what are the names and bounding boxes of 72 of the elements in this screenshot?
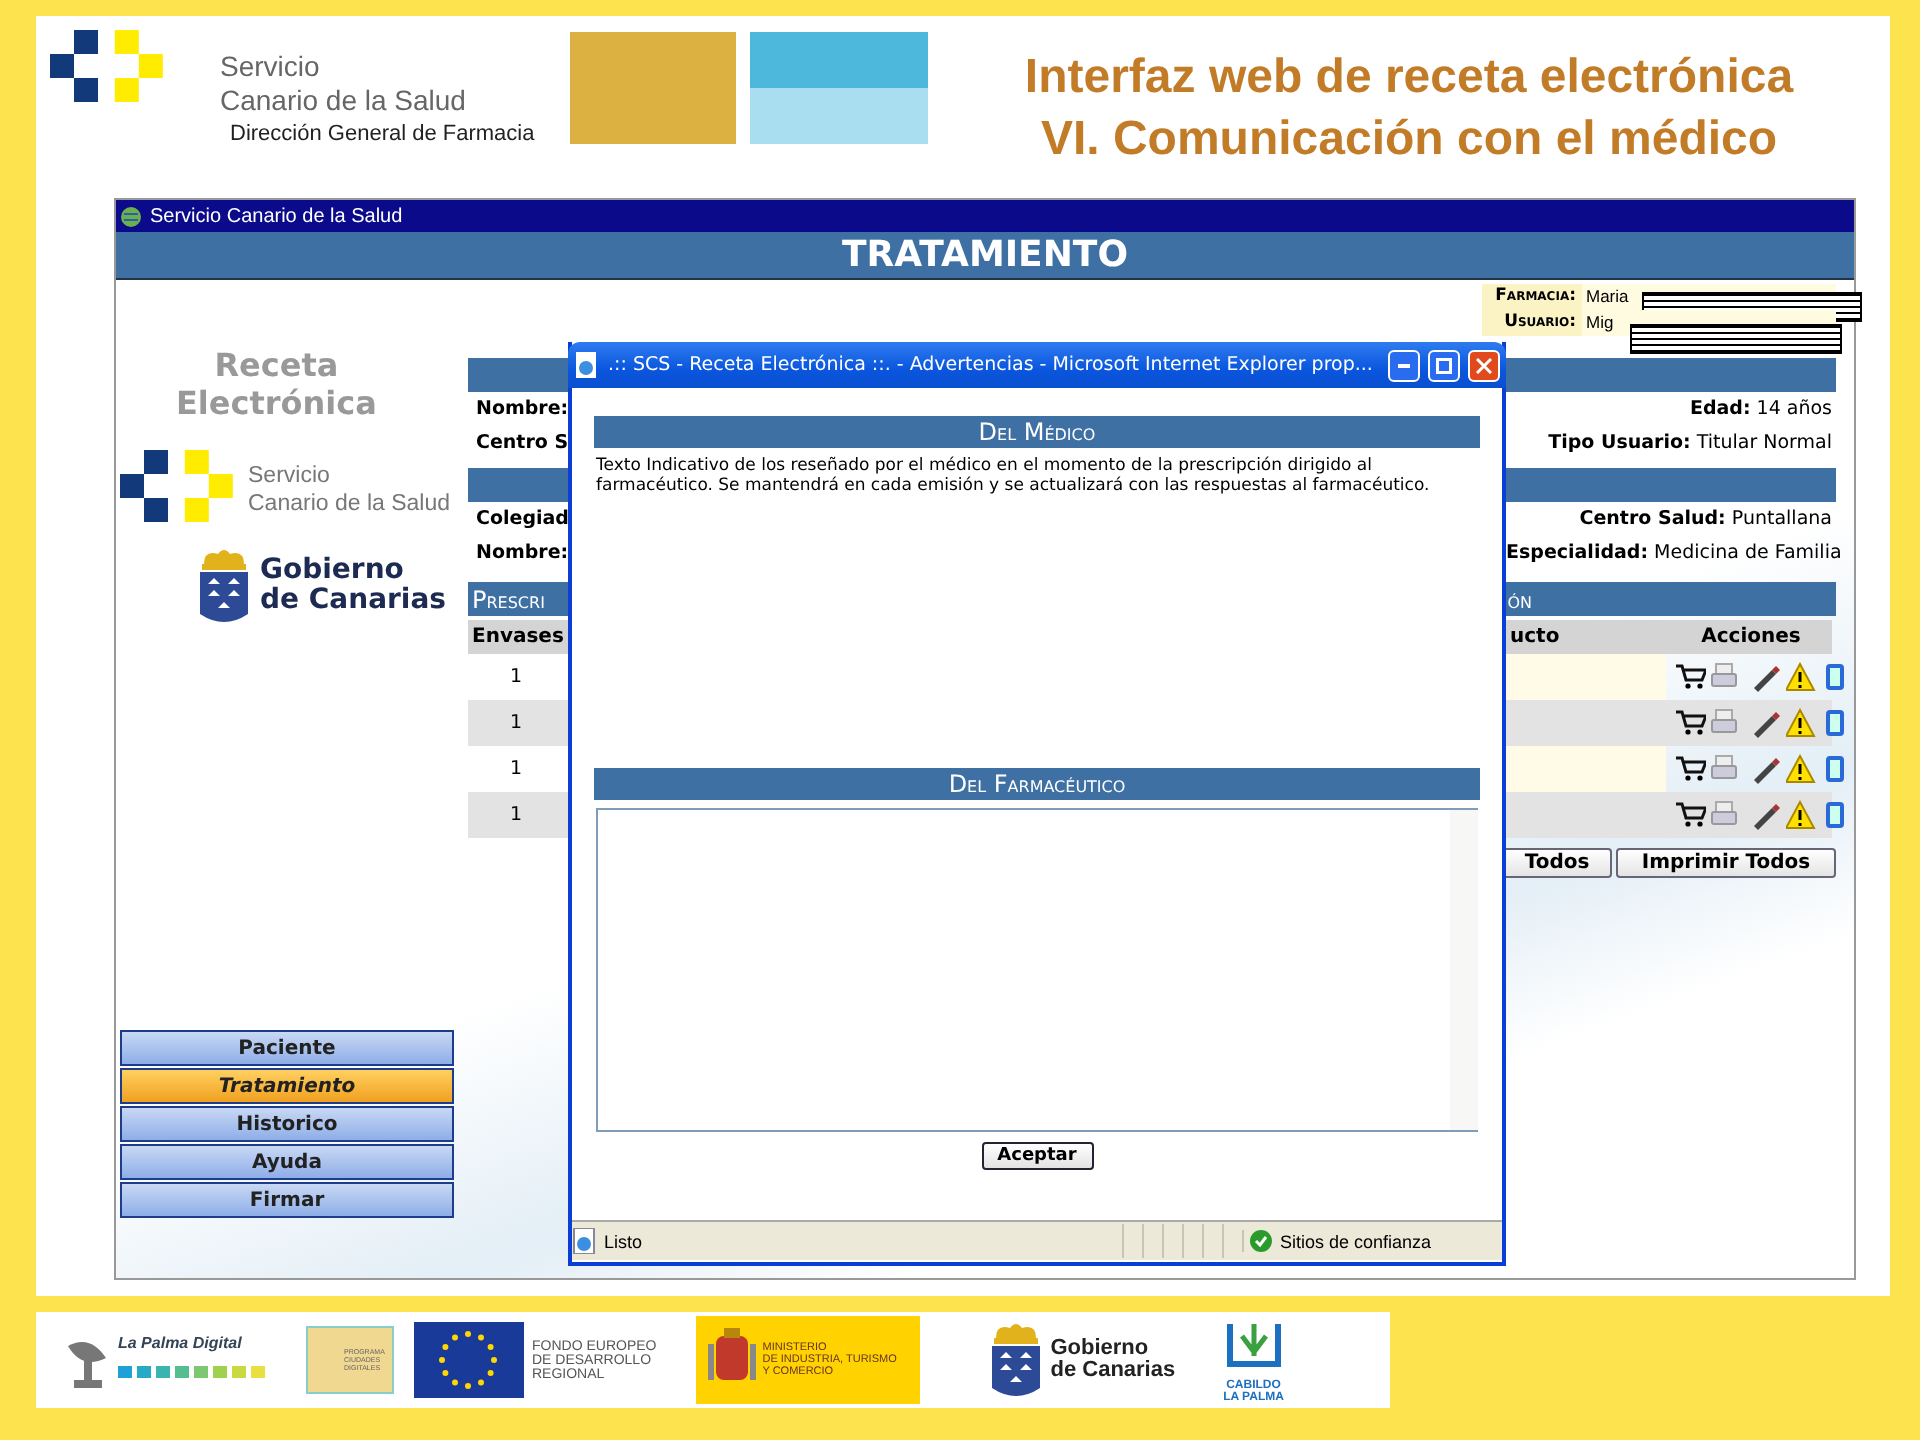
- section-title: Del Farmacéutico: [594, 768, 1480, 800]
- minimize-button[interactable]: [1388, 349, 1420, 381]
- field-value: Mig: [1586, 310, 1614, 336]
- warning-icon[interactable]: [1786, 661, 1818, 693]
- cart-icon[interactable]: [1674, 707, 1706, 739]
- field-value: Maria: [1586, 284, 1629, 310]
- coat-of-arms-icon: [196, 546, 252, 626]
- brand-name: La Palma Digital: [118, 1333, 244, 1351]
- message-text: Texto Indicativo de los reseñado por el médico en el momento de la prescripción dirigido al farmacéutico. Se mantendrá en cada emisión y se actualizará con las respuestas al farmacéutico.: [596, 456, 1432, 496]
- section-title: Del Médico: [594, 416, 1480, 448]
- nav-item[interactable]: Historico: [120, 1106, 454, 1142]
- close-button[interactable]: [1468, 349, 1500, 381]
- pen-icon[interactable]: [1750, 799, 1782, 831]
- government-name: Gobierno de Canarias: [260, 556, 447, 616]
- field-label: Farmacia:: [1482, 284, 1582, 310]
- department-name: Dirección General de Farmacia: [230, 122, 537, 146]
- close-icon: [1476, 357, 1492, 373]
- government-name: Gobierno de Canarias: [1050, 1338, 1176, 1382]
- dialog-title: .:: SCS - Receta Electrónica ::. - Advertencias - Microsoft Internet Explorer prop...: [608, 354, 1375, 376]
- warning-icon[interactable]: [1786, 707, 1818, 739]
- maximize-button[interactable]: [1428, 349, 1460, 381]
- table-cell: 1: [468, 700, 564, 746]
- cart-icon[interactable]: [1674, 799, 1706, 831]
- field-value: Edad: 14 años: [1687, 398, 1834, 420]
- zone-text: Sitios de confianza: [1280, 1231, 1432, 1251]
- slide-title: Interfaz web de receta electrónica: [1024, 48, 1794, 108]
- coat-of-arms-icon: [988, 1320, 1045, 1400]
- print-button[interactable]: Todos: [1502, 848, 1612, 878]
- column-header: Acciones: [1666, 620, 1832, 654]
- maximize-icon: [1436, 357, 1452, 373]
- page-icon: [574, 352, 600, 378]
- check-icon: [1250, 1230, 1272, 1252]
- field-label: Nombre:: [474, 542, 568, 564]
- pen-icon[interactable]: [1750, 753, 1782, 785]
- nav-item[interactable]: Ayuda: [120, 1144, 454, 1180]
- section-title: Prescri: [470, 585, 545, 613]
- color-squares-icon: [118, 1365, 270, 1377]
- organization-name: Servicio Canario de la Salud: [248, 462, 451, 518]
- table-cell: 1: [468, 792, 564, 838]
- nav-item[interactable]: Tratamiento: [120, 1068, 454, 1104]
- slide-subtitle: VI. Comunicación con el médico: [1040, 110, 1778, 170]
- section-title: ón: [1507, 585, 1534, 613]
- field-label: Colegiad: [474, 508, 568, 530]
- field-label: Nombre:: [474, 398, 568, 420]
- app-name: Receta Electrónica: [176, 346, 377, 422]
- browser-title: Servicio Canario de la Salud: [150, 205, 403, 227]
- cart-icon[interactable]: [1674, 753, 1706, 785]
- pen-icon[interactable]: [1750, 661, 1782, 693]
- nav-item[interactable]: Firmar: [120, 1182, 454, 1218]
- accept-button[interactable]: Aceptar: [981, 1142, 1093, 1170]
- table-cell-text: 1: [507, 756, 525, 784]
- table-cell-text: 1: [507, 664, 525, 692]
- field-value: Tipo Usuario: Titular Normal: [1546, 432, 1834, 454]
- minimize-icon: [1398, 363, 1410, 367]
- status-text: Listo: [604, 1231, 643, 1251]
- pen-icon[interactable]: [1750, 707, 1782, 739]
- print-all-button[interactable]: Imprimir Todos: [1616, 848, 1836, 878]
- field-label: Centro S: [474, 432, 568, 454]
- globe-icon: [120, 205, 142, 227]
- page-heading: TRATAMIENTO: [841, 234, 1129, 276]
- column-header: ucto: [1506, 620, 1666, 654]
- cart-icon[interactable]: [1674, 661, 1706, 693]
- warning-icon[interactable]: [1786, 799, 1818, 831]
- reply-field[interactable]: [596, 808, 1478, 1132]
- field-label: Usuario:: [1482, 310, 1582, 336]
- nav-item[interactable]: Paciente: [120, 1030, 454, 1066]
- warning-icon[interactable]: [1786, 753, 1818, 785]
- column-header: Envases: [468, 620, 564, 654]
- field-value: Centro Salud: Puntallana: [1577, 508, 1834, 530]
- field-value: Especialidad: Medicina de Familia: [1506, 542, 1836, 564]
- organization-name: Servicio Canario de la Salud: [220, 50, 466, 118]
- flag-icon: [414, 1322, 524, 1398]
